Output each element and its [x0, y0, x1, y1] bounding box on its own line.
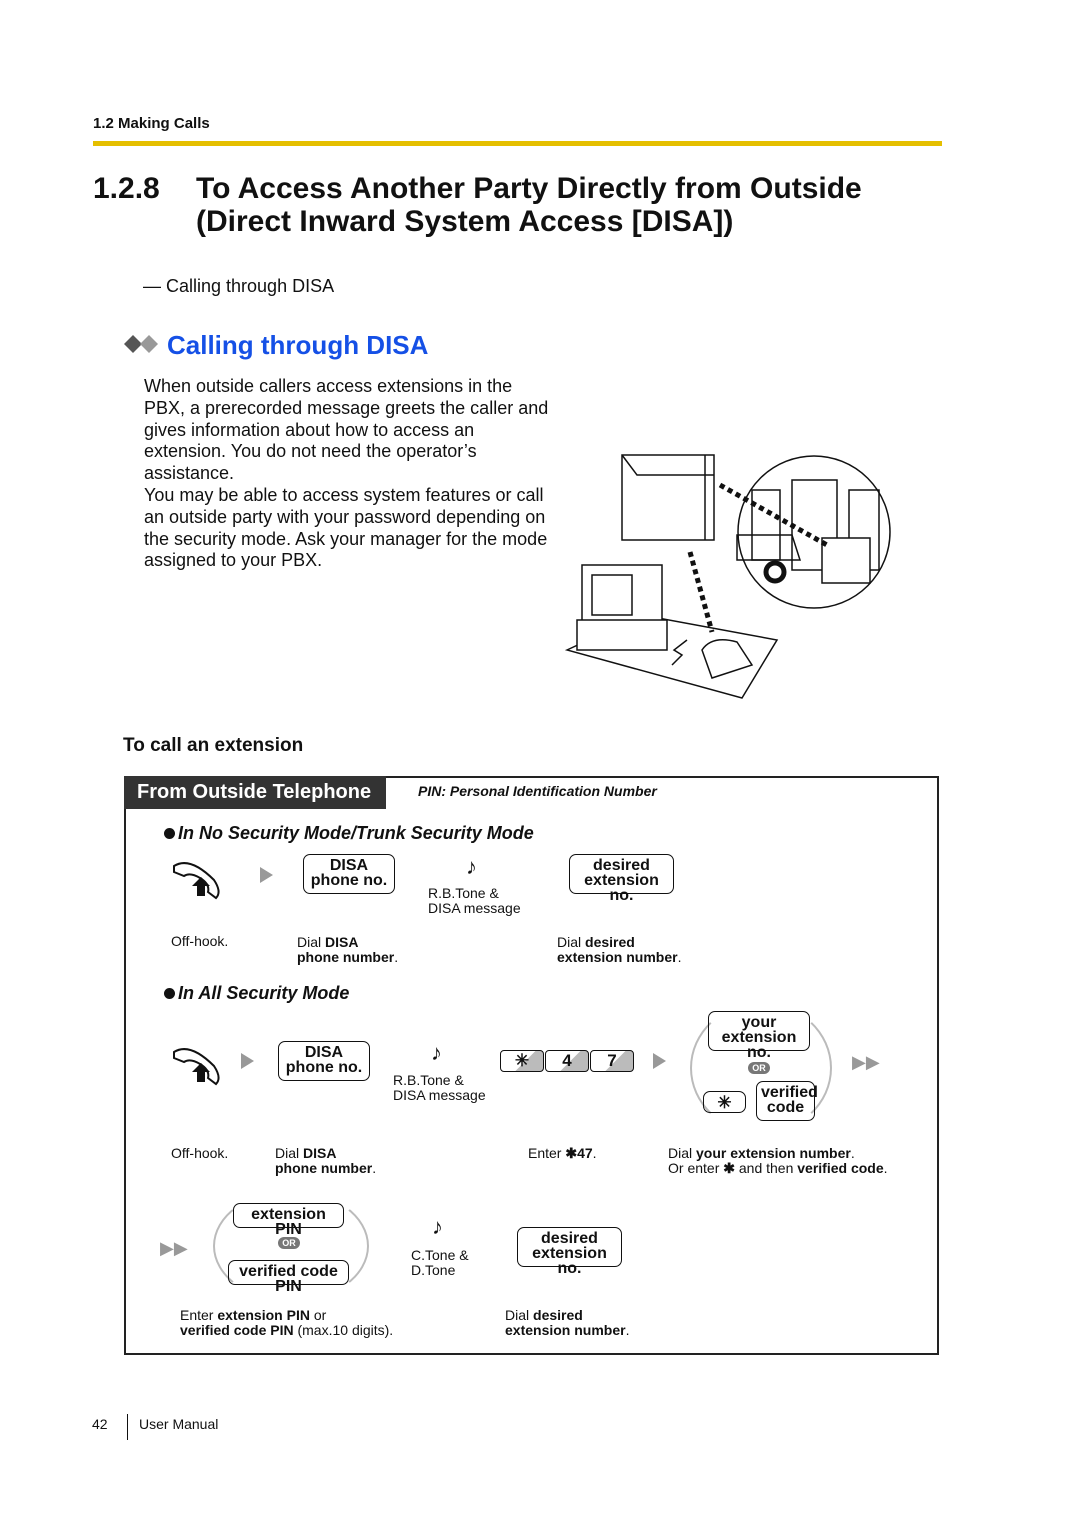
continue-arrow-icon: ▶▶ [852, 1052, 880, 1072]
footer-divider [127, 1414, 128, 1440]
or-badge: OR [278, 1237, 300, 1249]
bullet-icon [164, 828, 175, 839]
desired-extension-key: desired extension no. [569, 854, 674, 904]
key-4: 4 [545, 1050, 589, 1072]
desired-extension-key: desired extension no. [517, 1227, 622, 1277]
arrow-icon [241, 1053, 254, 1069]
verified-code-pin-key: verified code PIN [228, 1260, 349, 1295]
section-number: 1.2.8 [93, 172, 160, 205]
section-description: When outside callers access extensions i… [144, 376, 554, 572]
caption-dial-ext: Dial desired extension number. [557, 934, 682, 965]
caption-dial-disa: Dial DISA phone number. [275, 1145, 377, 1176]
tone-label: C.Tone & D.Tone [411, 1247, 469, 1278]
tone-label: R.B.Tone & DISA message [393, 1072, 486, 1103]
caption-your-ext: Dial your extension number. Or enter ✱ an… [668, 1145, 888, 1176]
toc-link[interactable]: — Calling through DISA [143, 276, 334, 297]
star-key: ✳ [500, 1050, 544, 1072]
music-note-icon: ♪ [466, 854, 477, 879]
bullet-icon [164, 988, 175, 999]
your-extension-key: your extension no. [708, 1011, 810, 1061]
running-header: 1.2 Making Calls [93, 115, 210, 132]
pin-note: PIN: Personal Identification Number [418, 783, 657, 799]
page-title: To Access Another Party Directly from Ou… [196, 172, 862, 238]
caption-dial-ext: Dial desired extension number. [505, 1307, 630, 1338]
or-badge: OR [748, 1062, 770, 1074]
music-note-icon: ♪ [432, 1214, 443, 1239]
star-key: ✳ [703, 1091, 746, 1113]
manual-page: 1.2 Making Calls 1.2.8 To Access Another… [0, 0, 1080, 1528]
mode1-title: In No Security Mode/Trunk Security Mode [164, 823, 534, 844]
page-number: 42 [92, 1416, 108, 1432]
footer-label: User Manual [139, 1416, 219, 1432]
procedure-tab: From Outside Telephone [124, 776, 386, 809]
arrow-icon [260, 867, 273, 883]
key-7: 7 [590, 1050, 634, 1072]
disa-phone-key: DISA phone no. [278, 1041, 370, 1081]
diamonds-icon [124, 335, 158, 353]
header-rule [93, 141, 942, 146]
continue-arrow-icon: ▶▶ [160, 1238, 188, 1258]
description-paragraph: When outside callers access extensions i… [144, 376, 549, 484]
disa-illustration [564, 454, 891, 699]
caption-offhook: Off-hook. [171, 1145, 229, 1161]
mode1-title-text: In No Security Mode/Trunk Security Mode [178, 823, 534, 843]
caption-enter: Enter ✱47. [528, 1145, 597, 1161]
section-heading: Calling through DISA [167, 330, 429, 360]
off-hook-icon [173, 862, 220, 900]
verified-code-key: verified code [756, 1081, 818, 1121]
off-hook-icon [173, 1048, 220, 1086]
extension-pin-key: extension PIN [233, 1203, 344, 1238]
caption-offhook: Off-hook. [171, 933, 229, 949]
mode2-title: In All Security Mode [164, 983, 349, 1004]
music-note-icon: ♪ [431, 1040, 442, 1065]
mode2-title-text: In All Security Mode [178, 983, 350, 1003]
disa-phone-key: DISA phone no. [303, 854, 395, 894]
description-paragraph-2: You may be able to access system feature… [144, 484, 548, 571]
caption-dial-disa: Dial DISA phone number. [297, 934, 399, 965]
arrow-icon [653, 1053, 666, 1069]
procedure-heading: To call an extension [123, 735, 304, 756]
caption-pin: Enter extension PIN or verified code PIN … [180, 1307, 394, 1338]
tone-label: R.B.Tone & DISA message [428, 885, 521, 916]
